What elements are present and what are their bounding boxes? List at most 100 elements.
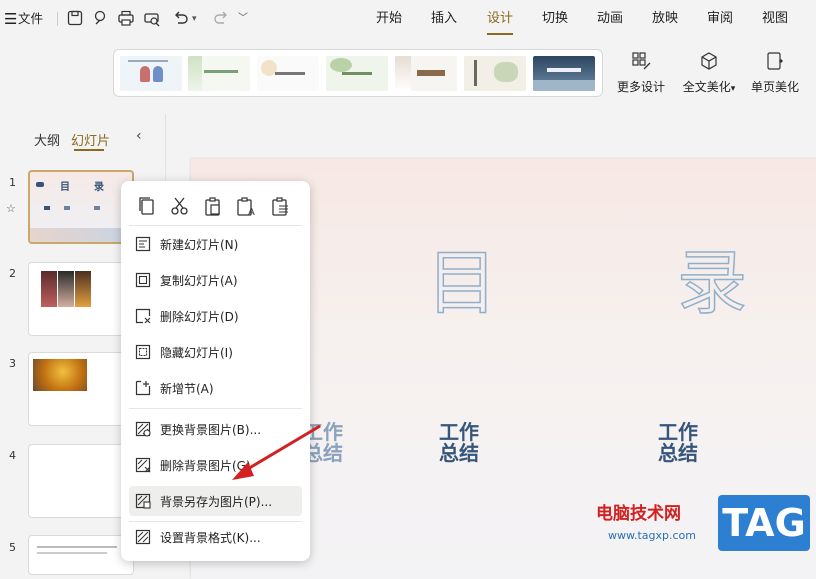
delete-background-icon (135, 457, 151, 473)
save-background-icon (135, 493, 151, 509)
template-thumb[interactable] (464, 56, 526, 91)
format-background-icon (135, 529, 151, 545)
hide-slide-icon (135, 344, 151, 360)
divider (57, 12, 58, 26)
template-thumb[interactable] (395, 56, 457, 91)
menu-item-save-background-as-image[interactable]: 背景另存为图片(P)... (129, 486, 302, 516)
slide-title-right: 录 (676, 241, 748, 325)
pen-icon[interactable] (92, 9, 110, 27)
context-menu: A 新建幻灯片(N) 复制幻灯片(A) 删除幻灯片(D) 隐藏幻灯片(I) 新增… (121, 181, 310, 561)
print-icon[interactable] (117, 9, 135, 27)
tab-outline[interactable]: 大纲 (34, 130, 60, 149)
watermark-url: www.tagxp.com (608, 529, 696, 542)
menu-item-delete-background[interactable]: 删除背景图片(G) (129, 450, 302, 480)
title-bar: ☰ 文件 ▾ ﹀ 开始 插入 设计 切换 动画 放映 审阅 视图 (0, 0, 816, 38)
more-design-button[interactable]: 更多设计 (611, 50, 671, 100)
paste-special-icon[interactable] (269, 195, 291, 217)
menu-item-format-background[interactable]: 设置背景格式(K)... (129, 522, 302, 552)
delete-slide-icon (135, 308, 151, 324)
cut-icon[interactable] (169, 195, 191, 217)
redo-icon[interactable] (212, 9, 230, 27)
slide-item-3: 工作 总结 (658, 422, 698, 464)
watermark-tag-logo: TAG (718, 495, 810, 551)
full-beautify-label: 全文美化▾ (679, 78, 739, 95)
template-thumb[interactable] (188, 56, 250, 91)
slide-thumb-4[interactable] (28, 444, 134, 518)
full-beautify-button[interactable]: 全文美化▾ (679, 50, 739, 100)
tab-animation[interactable]: 动画 (597, 0, 623, 38)
menu-item-label: 新增节(A) (160, 382, 214, 396)
menu-item-label: 隐藏幻灯片(I) (160, 346, 233, 360)
slide-number: 2 (9, 267, 16, 280)
menu-item-label: 背景另存为图片(P)... (160, 495, 273, 509)
tab-view[interactable]: 视图 (762, 0, 788, 38)
template-gallery (113, 49, 603, 97)
more-icon[interactable]: ﹀ (238, 0, 248, 38)
menu-item-hide-slide[interactable]: 隐藏幻灯片(I) (129, 337, 302, 367)
slide-number: 4 (9, 449, 16, 462)
copy-icon[interactable] (136, 195, 158, 217)
template-thumb[interactable] (533, 56, 595, 91)
page-beautify-label: 单页美化 (750, 80, 799, 94)
menu-item-label: 复制幻灯片(A) (160, 274, 238, 288)
tab-slideshow[interactable]: 放映 (652, 0, 678, 38)
menu-item-new-slide[interactable]: 新建幻灯片(N) (129, 229, 302, 259)
menu-item-delete-slide[interactable]: 删除幻灯片(D) (129, 301, 302, 331)
paste-icon[interactable] (202, 195, 224, 217)
menu-item-add-section[interactable]: 新增节(A) (129, 373, 302, 403)
template-thumb[interactable] (257, 56, 319, 91)
slide-thumb-1[interactable]: 目 录 (28, 170, 134, 244)
chevron-left-icon[interactable]: ‹ (136, 128, 142, 144)
file-menu[interactable]: 文件 (18, 0, 43, 38)
hamburger-icon[interactable]: ☰ (4, 0, 17, 38)
grid-icon (632, 52, 651, 70)
chevron-down-icon: ▾ (730, 84, 736, 94)
slide-thumb-3[interactable] (28, 352, 134, 426)
chevron-down-icon[interactable]: ▾ (192, 0, 197, 38)
save-icon[interactable] (66, 9, 84, 27)
slide-thumb-2[interactable] (28, 262, 134, 336)
menu-item-label: 删除幻灯片(D) (160, 310, 239, 324)
full-beautify-text: 全文美化 (682, 80, 731, 94)
slide-title-left: 目 (426, 241, 498, 325)
menu-item-label: 新建幻灯片(N) (160, 238, 239, 252)
tab-home[interactable]: 开始 (376, 0, 402, 38)
tab-transition[interactable]: 切换 (542, 0, 568, 38)
slide-item-2-line2: 总结 (439, 441, 479, 465)
template-thumb[interactable] (326, 56, 388, 91)
change-background-icon (135, 421, 151, 437)
star-icon[interactable]: ☆ (6, 202, 16, 215)
tab-review[interactable]: 审阅 (707, 0, 733, 38)
slide-thumb-5[interactable] (28, 535, 134, 575)
thumb-title-char: 目 (60, 182, 70, 193)
watermark-site-name: 电脑技术网 (596, 504, 681, 524)
slide-number: 3 (9, 357, 16, 370)
cube-icon (701, 52, 717, 70)
svg-text:A: A (248, 207, 255, 217)
tab-slides[interactable]: 幻灯片 (71, 130, 110, 149)
slide-item-2-line1: 工作 (439, 420, 479, 444)
paste-text-icon[interactable]: A (235, 195, 257, 217)
menu-item-label: 更换背景图片(B)... (160, 423, 262, 437)
menu-separator (129, 225, 302, 226)
menu-item-label: 删除背景图片(G) (160, 459, 251, 473)
undo-icon[interactable] (172, 9, 190, 27)
tab-insert[interactable]: 插入 (431, 0, 457, 38)
add-section-icon (135, 380, 151, 396)
template-thumb[interactable] (120, 56, 182, 91)
menu-item-change-background[interactable]: 更换背景图片(B)... (129, 414, 302, 444)
duplicate-slide-icon (135, 272, 151, 288)
slide-item-3-line2: 总结 (658, 441, 698, 465)
menu-separator (129, 408, 302, 409)
slide-item-2: 工作 总结 (439, 422, 479, 464)
active-tab-underline (487, 33, 513, 35)
menu-item-label: 设置背景格式(K)... (160, 531, 261, 545)
ribbon-design: 更多设计 全文美化▾ 单页美化 (0, 38, 816, 114)
menu-item-duplicate-slide[interactable]: 复制幻灯片(A) (129, 265, 302, 295)
active-tab-underline (74, 149, 104, 151)
slide-item-3-line1: 工作 (658, 420, 698, 444)
slide-number: 5 (9, 541, 16, 554)
new-slide-icon (135, 236, 151, 252)
print-preview-icon[interactable] (143, 9, 161, 27)
page-beautify-button[interactable]: 单页美化 (745, 50, 805, 100)
